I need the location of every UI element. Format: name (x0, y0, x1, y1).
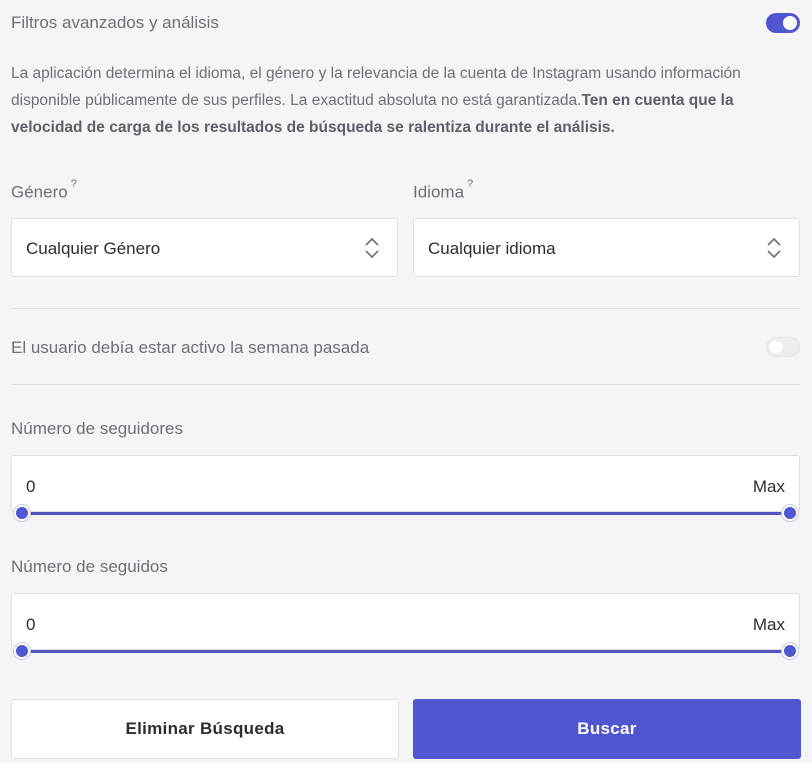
following-max-value[interactable]: Max (753, 615, 785, 635)
clear-search-button[interactable]: Eliminar Búsqueda (11, 699, 399, 759)
followers-max-value[interactable]: Max (753, 477, 785, 497)
following-range-box: 0 Max (11, 593, 800, 650)
divider (11, 384, 800, 385)
toggle-knob (783, 16, 797, 30)
analysis-description: La aplicación determina el idioma, el gé… (11, 60, 801, 141)
divider (11, 308, 800, 309)
updown-chevron-icon (365, 237, 379, 259)
active-last-week-label: El usuario debía estar activo la semana … (11, 338, 370, 357)
following-label: Número de seguidos (11, 557, 168, 576)
language-select-value: Cualquier idioma (428, 239, 556, 258)
following-slider-track[interactable] (22, 650, 790, 653)
followers-min-value[interactable]: 0 (26, 477, 35, 497)
followers-range-box: 0 Max (11, 455, 800, 512)
following-min-handle[interactable] (14, 643, 30, 659)
advanced-filters-toggle[interactable] (766, 13, 800, 33)
gender-label-text: Género (11, 182, 68, 202)
language-help-icon[interactable]: ? (467, 178, 473, 190)
gender-label: Género? (11, 178, 77, 203)
followers-slider-track[interactable] (22, 512, 790, 515)
gender-help-icon[interactable]: ? (71, 178, 77, 190)
gender-select-value: Cualquier Género (26, 239, 161, 258)
advanced-filters-title: Filtros avanzados y análisis (11, 13, 219, 32)
language-label-text: Idioma (413, 182, 465, 202)
followers-min-handle[interactable] (14, 505, 30, 521)
language-select[interactable]: Cualquier idioma (413, 218, 800, 277)
following-min-value[interactable]: 0 (26, 615, 35, 635)
active-last-week-toggle[interactable] (766, 337, 800, 357)
followers-label: Número de seguidores (11, 419, 183, 438)
updown-chevron-icon (767, 237, 781, 259)
following-max-handle[interactable] (782, 643, 798, 659)
toggle-knob (769, 340, 783, 354)
search-button[interactable]: Buscar (413, 699, 801, 759)
followers-max-handle[interactable] (782, 505, 798, 521)
gender-select[interactable]: Cualquier Género (11, 218, 398, 277)
advanced-filters-panel: Filtros avanzados y análisis La aplicaci… (0, 0, 812, 763)
language-label: Idioma? (413, 178, 473, 203)
